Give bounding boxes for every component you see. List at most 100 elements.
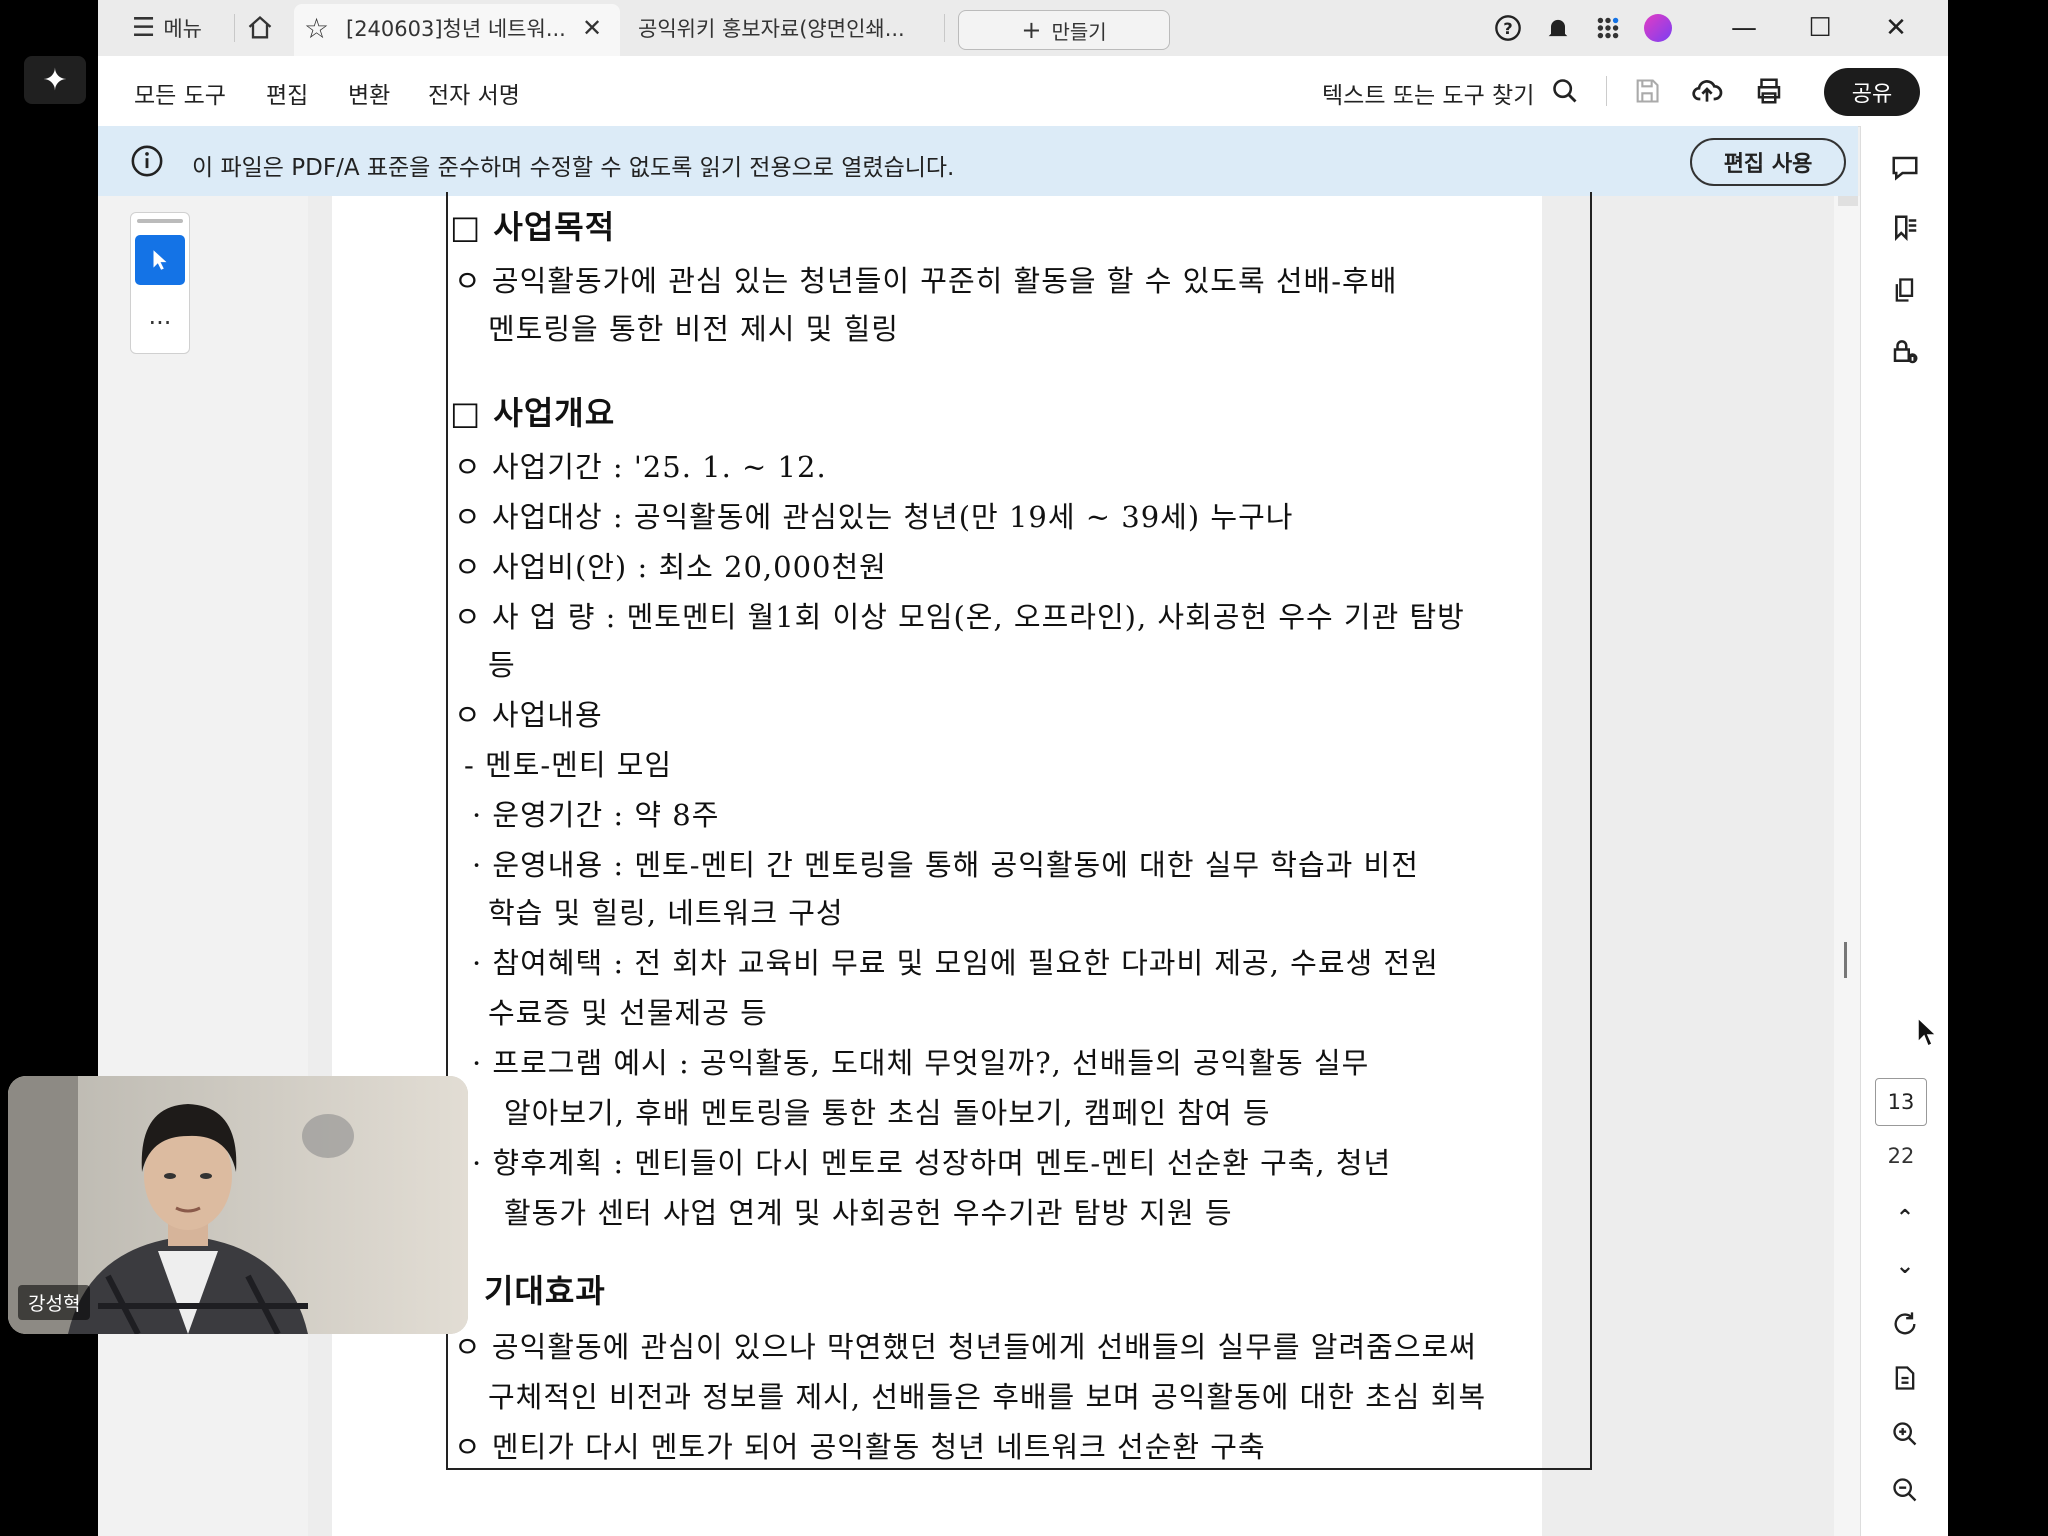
apps-button[interactable] (1584, 8, 1632, 48)
doc-line: ㅇ 사 업 량 : 멘토멘티 월1회 이상 모임(온, 오프라인), 사회공헌 … (454, 600, 1465, 634)
doc-line: ㅇ 사업대상 : 공익활동에 관심있는 청년(만 19세 ~ 39세) 누구나 (454, 500, 1294, 534)
avatar-icon (1644, 14, 1672, 42)
chevron-up-icon: ⌃ (1895, 1205, 1915, 1231)
pages-button[interactable] (1883, 268, 1927, 312)
search-button[interactable] (1546, 72, 1584, 110)
doc-line: · 운영기간 : 약 8주 (472, 798, 720, 832)
lock-info-icon (1893, 340, 1918, 364)
zoom-in-button[interactable] (1883, 1412, 1927, 1456)
left-tool-panel: ··· (98, 196, 309, 1536)
save-button[interactable] (1628, 72, 1666, 110)
select-tool-button[interactable] (135, 235, 185, 285)
refresh-button[interactable] (1883, 1302, 1927, 1346)
help-icon: ? (1495, 15, 1521, 41)
doc-line: ㅇ 사업내용 (454, 698, 603, 732)
doc-line: 알아보기, 후배 멘토링을 통한 초심 돌아보기, 캠페인 참여 등 (504, 1096, 1271, 1130)
scroll-up-arrow[interactable] (1838, 196, 1858, 206)
document-viewport[interactable]: □ 사업목적 ㅇ 공익활동가에 관심 있는 청년들이 꾸준히 활동을 할 수 있… (308, 192, 1834, 1536)
zoom-out-button[interactable] (1883, 1468, 1927, 1512)
webcam-video-tile[interactable]: 강성혁 (8, 1076, 468, 1334)
doc-line: - 멘토-멘티 모임 (464, 748, 673, 782)
cursor-arrow-icon (153, 250, 167, 270)
menu-edit[interactable]: 편집 (266, 76, 308, 110)
maximize-icon: ☐ (1808, 13, 1832, 43)
participant-name: 강성혁 (18, 1285, 91, 1320)
home-icon (248, 15, 272, 39)
doc-line: · 참여혜택 : 전 회차 교육비 무료 및 모임에 필요한 다과비 제공, 수… (472, 946, 1439, 980)
next-page-button[interactable]: ⌄ (1883, 1244, 1927, 1288)
find-tool-search[interactable]: 텍스트 또는 도구 찾기 (1322, 76, 1534, 110)
vertical-scrollbar[interactable] (1834, 196, 1860, 1536)
title-bar: ☰ 메뉴 ☆ [240603]청년 네트워... ✕ 공익위키 홍보자료(양면인… (98, 0, 1948, 56)
menu-button[interactable]: ☰ 메뉴 (132, 10, 202, 46)
refresh-icon (1894, 1312, 1916, 1335)
pdf-page: □ 사업목적 ㅇ 공익활동가에 관심 있는 청년들이 꾸준히 활동을 할 수 있… (332, 192, 1592, 1536)
total-pages: 22 (1887, 1144, 1915, 1168)
doc-line: 등 (488, 648, 516, 682)
previous-page-button[interactable]: ⌃ (1883, 1196, 1927, 1240)
bookmark-icon (1895, 215, 1917, 242)
read-only-banner: 이 파일은 PDF/A 표준을 준수하며 수정할 수 없도록 읽기 전용으로 열… (98, 126, 1858, 196)
window-close-button[interactable]: ✕ (1872, 8, 1920, 48)
doc-line: 활동가 센터 사업 연계 및 사회공헌 우수기관 탐방 지원 등 (504, 1196, 1233, 1230)
doc-line: · 운영내용 : 멘토-멘티 간 멘토링을 통해 공익활동에 대한 실무 학습과… (472, 848, 1419, 882)
current-page-input[interactable]: 13 (1875, 1078, 1927, 1126)
chevron-down-icon: ⌄ (1895, 1253, 1915, 1279)
share-button[interactable]: 공유 (1824, 68, 1920, 116)
create-button[interactable]: + 만들기 (958, 10, 1170, 50)
plus-icon: + (1021, 16, 1042, 44)
ai-assistant-button[interactable]: ✦ (24, 56, 86, 104)
bell-icon (1548, 19, 1568, 39)
scroll-thumb[interactable] (1844, 942, 1847, 978)
menu-label: 메뉴 (163, 17, 202, 41)
print-button[interactable] (1750, 72, 1788, 110)
document-properties-button[interactable] (1883, 330, 1927, 374)
home-button[interactable] (246, 10, 274, 46)
banner-message: 이 파일은 PDF/A 표준을 준수하며 수정할 수 없도록 읽기 전용으로 열… (192, 155, 955, 181)
notifications-button[interactable] (1534, 8, 1582, 48)
enable-editing-button[interactable]: 편집 사용 (1690, 138, 1846, 186)
doc-line: 수료증 및 선물제공 등 (488, 996, 768, 1030)
comments-button[interactable] (1883, 146, 1927, 190)
menu-convert[interactable]: 변환 (348, 76, 390, 110)
tab-close-button[interactable]: ✕ (582, 10, 602, 46)
tab-label-2[interactable]: 공익위키 홍보자료(양면인쇄... (638, 10, 905, 46)
doc-line: 멘토링을 통한 비전 제시 및 힐링 (488, 312, 899, 346)
maximize-button[interactable]: ☐ (1796, 8, 1844, 48)
comment-icon (1892, 156, 1918, 181)
right-side-panel: 13 22 ⌃ ⌄ (1860, 126, 1948, 1536)
minimize-button[interactable]: — (1720, 8, 1768, 48)
page-display-button[interactable] (1883, 1356, 1927, 1400)
mouse-pointer-icon (1917, 1016, 1938, 1048)
menu-e-sign[interactable]: 전자 서명 (428, 76, 520, 110)
drag-handle[interactable] (137, 219, 183, 223)
quick-tools-box: ··· (130, 212, 190, 354)
main-toolbar: 모든 도구 편집 변환 전자 서명 텍스트 또는 도구 찾기 공유 (98, 56, 1948, 127)
hamburger-icon: ☰ (132, 13, 156, 43)
star-icon: ☆ (304, 11, 330, 45)
more-tools-button[interactable]: ··· (131, 309, 189, 337)
zoom-out-icon (1893, 1478, 1917, 1502)
cloud-upload-icon (1692, 80, 1723, 102)
doc-line: · 향후계획 : 멘티들이 다시 멘토로 성장하며 멘토-멘티 선순환 구축, … (472, 1146, 1392, 1180)
menu-all-tools[interactable]: 모든 도구 (134, 76, 226, 110)
copy-pages-icon (1895, 278, 1914, 302)
doc-line: ㅇ 멘티가 다시 멘토가 되어 공익활동 청년 네트워크 선순환 구축 (454, 1430, 1266, 1464)
close-icon: ✕ (582, 14, 603, 42)
search-icon (1553, 79, 1577, 103)
info-icon (131, 145, 163, 177)
minimize-icon: — (1731, 13, 1757, 43)
doc-line: 학습 및 힐링, 네트워크 구성 (488, 896, 844, 930)
window-close-icon: ✕ (1885, 13, 1907, 43)
upload-button[interactable] (1688, 72, 1726, 110)
heading-purpose: □ 사업목적 (450, 208, 616, 246)
tab-label-1[interactable]: [240603]청년 네트워... (346, 10, 566, 46)
profile-avatar[interactable] (1634, 8, 1682, 48)
printer-icon (1757, 78, 1781, 104)
favorite-star-button[interactable]: ☆ (304, 10, 329, 46)
help-button[interactable]: ? (1484, 8, 1532, 48)
doc-line: ㅇ 사업기간 : '25. 1. ~ 12. (454, 450, 827, 484)
bookmarks-button[interactable] (1883, 206, 1927, 250)
doc-line: ㅇ 공익활동가에 관심 있는 청년들이 꾸준히 활동을 할 수 있도록 선배-후… (454, 264, 1398, 298)
apps-grid-icon (1597, 17, 1619, 39)
